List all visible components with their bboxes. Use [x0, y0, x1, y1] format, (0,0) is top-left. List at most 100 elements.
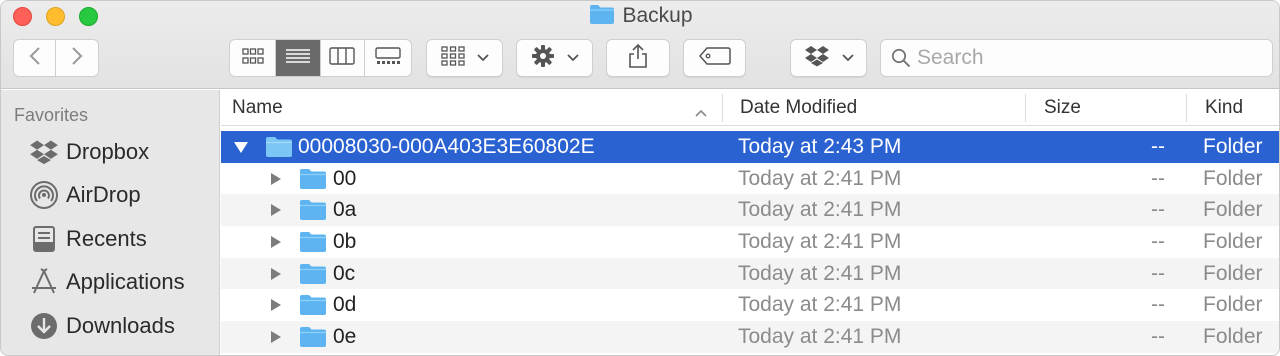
- action-menu-button[interactable]: [516, 39, 593, 77]
- file-size: --: [1151, 198, 1165, 222]
- column-divider[interactable]: [1186, 94, 1187, 122]
- recents-icon: [27, 222, 61, 256]
- share-icon: [628, 43, 648, 74]
- icon-view-button[interactable]: [230, 40, 277, 76]
- back-button[interactable]: [14, 40, 57, 76]
- folder-icon: [299, 289, 327, 321]
- file-kind: Folder: [1203, 229, 1263, 253]
- column-header-date-modified[interactable]: Date Modified: [740, 90, 857, 126]
- history-navigation: [13, 39, 99, 77]
- table-row[interactable]: 00 Today at 2:41 PM -- Folder: [221, 163, 1279, 195]
- search-field[interactable]: [880, 39, 1273, 77]
- view-mode-control: [229, 39, 412, 77]
- window-title-bar: Backup: [1, 4, 1279, 31]
- disclosure-collapsed-icon[interactable]: [270, 226, 282, 258]
- search-input[interactable]: [917, 46, 1257, 70]
- file-size: --: [1151, 229, 1165, 253]
- sidebar: Favorites Dropbox AirDrop Recents Applic…: [1, 90, 220, 355]
- disclosure-collapsed-icon[interactable]: [270, 194, 282, 226]
- column-header-name[interactable]: Name: [232, 90, 283, 126]
- file-name: 00: [333, 166, 357, 190]
- sidebar-section-favorites: Favorites: [14, 105, 89, 125]
- window-title: Backup: [622, 4, 693, 27]
- file-date-modified: Today at 2:41 PM: [738, 293, 902, 317]
- gallery-view-icon: [375, 46, 401, 70]
- sidebar-item-label: Dropbox: [66, 139, 150, 164]
- finder-window: Backup Search Favorites Dropbox AirDrop …: [0, 0, 1280, 356]
- folder-icon: [299, 258, 327, 290]
- share-button[interactable]: [606, 39, 670, 77]
- tag-icon: [698, 46, 731, 70]
- column-header-kind[interactable]: Kind: [1205, 90, 1243, 126]
- sort-ascending-icon: [695, 104, 707, 122]
- sidebar-item-downloads[interactable]: Downloads: [27, 308, 175, 344]
- disclosure-collapsed-icon[interactable]: [270, 163, 282, 195]
- sidebar-item-label: Applications: [66, 269, 185, 294]
- gallery-view-button[interactable]: [365, 40, 411, 76]
- sidebar-item-dropbox[interactable]: Dropbox: [27, 134, 149, 170]
- sidebar-item-applications[interactable]: Applications: [27, 264, 185, 300]
- file-date-modified: Today at 2:41 PM: [738, 166, 902, 190]
- forward-button[interactable]: [56, 40, 98, 76]
- folder-icon: [299, 163, 327, 195]
- folder-icon: [299, 226, 327, 258]
- chevron-right-icon: [71, 46, 83, 71]
- table-row[interactable]: 00008030-000A403E3E60802E Today at 2:43 …: [221, 131, 1279, 163]
- chevron-down-icon: [476, 49, 489, 67]
- disclosure-collapsed-icon[interactable]: [270, 258, 282, 290]
- disclosure-collapsed-icon[interactable]: [270, 289, 282, 321]
- toolbar: Backup: [1, 1, 1279, 89]
- table-row[interactable]: 0a Today at 2:41 PM -- Folder: [221, 194, 1279, 227]
- sidebar-item-recents[interactable]: Recents: [27, 221, 147, 257]
- downloads-icon: [27, 309, 61, 343]
- folder-icon: [299, 321, 327, 353]
- list-view-button[interactable]: [276, 40, 321, 76]
- file-size: --: [1151, 293, 1165, 317]
- file-kind: Folder: [1203, 261, 1263, 285]
- table-row[interactable]: 0c Today at 2:41 PM -- Folder: [221, 257, 1279, 290]
- dropbox-icon: [804, 45, 830, 72]
- column-view-icon: [329, 46, 355, 70]
- chevron-down-icon: [841, 49, 854, 67]
- column-divider[interactable]: [722, 94, 723, 122]
- file-name: 0c: [333, 261, 356, 285]
- file-kind: Folder: [1203, 293, 1263, 317]
- sidebar-item-airdrop[interactable]: AirDrop: [27, 177, 141, 213]
- file-kind: Folder: [1203, 198, 1263, 222]
- folder-icon: [589, 4, 615, 31]
- table-row[interactable]: 0e Today at 2:41 PM -- Folder: [221, 321, 1279, 353]
- search-icon: [891, 48, 911, 68]
- dropbox-menu-button[interactable]: [790, 39, 867, 77]
- tags-button[interactable]: [683, 39, 746, 77]
- table-row[interactable]: 0d Today at 2:41 PM -- Folder: [221, 289, 1279, 321]
- file-name: 0d: [333, 293, 357, 317]
- file-date-modified: Today at 2:41 PM: [738, 261, 902, 285]
- group-by-button[interactable]: [426, 39, 503, 77]
- file-date-modified: Today at 2:41 PM: [738, 229, 902, 253]
- file-size: --: [1151, 261, 1165, 285]
- disclosure-collapsed-icon[interactable]: [270, 321, 282, 353]
- icon-view-icon: [242, 47, 264, 69]
- file-name: 0a: [333, 198, 357, 222]
- sidebar-item-label: Recents: [66, 226, 147, 251]
- column-divider[interactable]: [1025, 94, 1026, 122]
- column-view-button[interactable]: [321, 40, 365, 76]
- file-size: --: [1151, 134, 1165, 158]
- list-view-icon: [286, 48, 311, 69]
- file-kind: Folder: [1203, 134, 1263, 158]
- column-header-size[interactable]: Size: [1044, 90, 1081, 126]
- disclosure-expanded-icon[interactable]: [233, 131, 249, 163]
- chevron-left-icon: [29, 46, 41, 71]
- file-date-modified: Today at 2:43 PM: [738, 134, 902, 158]
- column-headers: Name Date Modified Size Kind: [221, 90, 1279, 126]
- gear-icon: [531, 44, 555, 73]
- file-name: 0b: [333, 229, 357, 253]
- file-date-modified: Today at 2:41 PM: [738, 198, 902, 222]
- group-by-icon: [440, 45, 465, 71]
- file-size: --: [1151, 324, 1165, 348]
- file-date-modified: Today at 2:41 PM: [738, 324, 902, 348]
- dropbox-icon: [27, 135, 61, 169]
- file-name: 00008030-000A403E3E60802E: [298, 134, 595, 158]
- table-row[interactable]: 0b Today at 2:41 PM -- Folder: [221, 226, 1279, 258]
- folder-icon: [299, 194, 327, 226]
